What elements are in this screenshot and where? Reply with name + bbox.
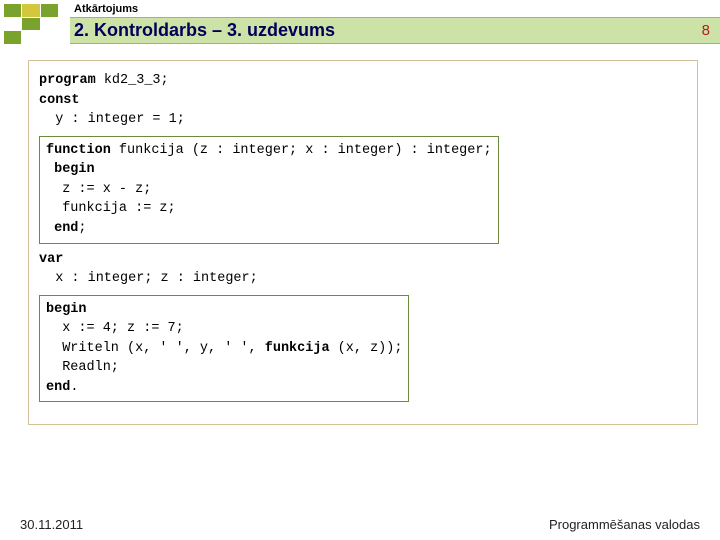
prog-name: kd2_3_3; [96,73,169,88]
code-header: program kd2_3_3; const y : integer = 1; [39,71,687,130]
title-bar: 2. Kontroldarbs – 3. uzdevums 8 [70,17,720,44]
logo [0,0,70,44]
main1: x := 4; z := 7; [46,321,184,336]
semi1: ; [78,221,86,236]
kw-end2: end [46,380,70,395]
main2b: funkcija [265,341,330,356]
kw-const: const [39,93,80,108]
footer-course: Programmēšanas valodas [549,517,700,532]
code-panel: program kd2_3_3; const y : integer = 1; … [28,60,698,425]
kw-begin1: begin [46,162,95,177]
function-box: function funkcija (z : integer; x : inte… [39,136,499,244]
var-block: var x : integer; z : integer; [39,250,687,289]
kw-function: function [46,143,111,158]
const-line: y : integer = 1; [39,112,185,127]
kw-var: var [39,252,63,267]
header: Atkārtojums 2. Kontroldarbs – 3. uzdevum… [0,0,720,44]
main2c: (x, z)); [330,341,403,356]
kw-end1: end [46,221,78,236]
kw-program: program [39,73,96,88]
footer-date: 30.11.2011 [20,517,83,532]
page-title: 2. Kontroldarbs – 3. uzdevums [74,20,335,41]
main-box: begin x := 4; z := 7; Writeln (x, ' ', y… [39,295,409,403]
dot: . [70,380,78,395]
func-body2: funkcija := z; [46,201,176,216]
main2a: Writeln (x, ' ', y, ' ', [46,341,265,356]
var-line: x : integer; z : integer; [39,271,258,286]
footer: 30.11.2011 Programmēšanas valodas [20,517,700,532]
func-body1: z := x - z; [46,182,151,197]
kw-begin2: begin [46,302,87,317]
main3: Readln; [46,360,119,375]
subtitle: Atkārtojums [70,0,720,17]
func-sig: funkcija (z : integer; x : integer) : in… [111,143,492,158]
page-number: 8 [702,22,710,39]
